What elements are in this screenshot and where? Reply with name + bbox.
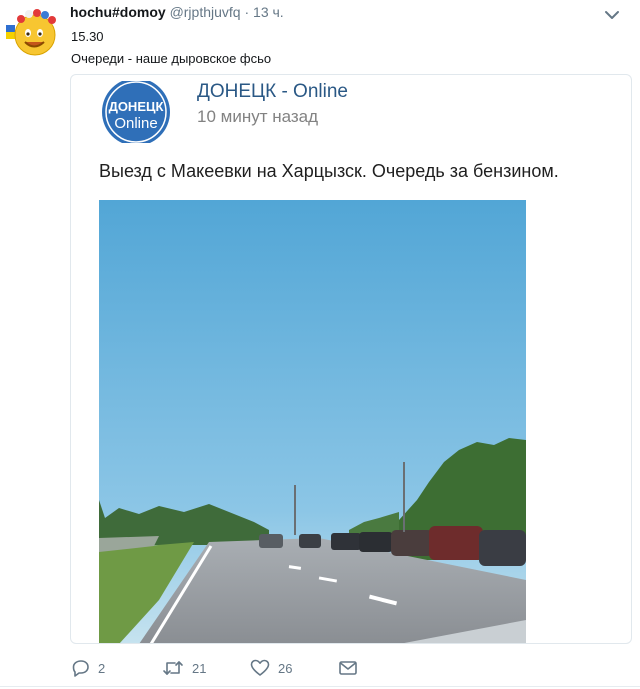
logo-text-bottom: Online [114, 115, 157, 132]
reply-button[interactable]: 2 [72, 656, 105, 680]
separator-dot: · [244, 4, 250, 20]
logo-text-top: ДОНЕЦК [109, 99, 164, 114]
display-name[interactable]: hochu#domoy [70, 4, 166, 20]
emoji-face-icon [6, 9, 56, 56]
embedded-post-card[interactable]: ДОНЕЦК Online ДОНЕЦК - Online 10 минут н… [70, 74, 632, 644]
direct-message-button[interactable] [338, 656, 358, 680]
tweet-text-line-1: 15.30 [71, 29, 104, 44]
tweet-header: hochu#domoy @rjpthjuvfq · 13 ч. [70, 4, 284, 20]
tweet-timestamp[interactable]: 13 ч. [253, 4, 284, 20]
divider [0, 686, 640, 687]
user-handle[interactable]: @rjpthjuvfq [170, 4, 241, 20]
like-button[interactable]: 26 [250, 656, 292, 680]
group-logo[interactable]: ДОНЕЦК Online [97, 78, 175, 146]
tweet-text-line-2: Очереди - наше дыровское фсьо [71, 51, 272, 66]
reply-count: 2 [98, 660, 106, 676]
post-time[interactable]: 10 минут назад [197, 107, 318, 127]
retweet-icon [163, 661, 183, 675]
group-name-link[interactable]: ДОНЕЦК - Online [197, 81, 348, 103]
retweet-button[interactable]: 21 [162, 656, 206, 680]
retweet-count: 21 [192, 660, 207, 676]
like-count: 26 [278, 660, 293, 676]
heart-icon [250, 659, 270, 676]
envelope-icon [339, 661, 357, 675]
chevron-down-icon [605, 11, 619, 19]
post-text: Выезд с Макеевки на Харцызск. Очередь за… [99, 161, 559, 181]
tweet-menu-button[interactable] [602, 8, 622, 22]
reply-icon [72, 660, 89, 677]
post-photo[interactable] [99, 200, 526, 643]
tweet-actions: 2 21 26 [70, 656, 390, 680]
tweet: hochu#domoy @rjpthjuvfq · 13 ч. 15.30 Оч… [0, 0, 640, 689]
avatar[interactable] [5, 5, 59, 59]
